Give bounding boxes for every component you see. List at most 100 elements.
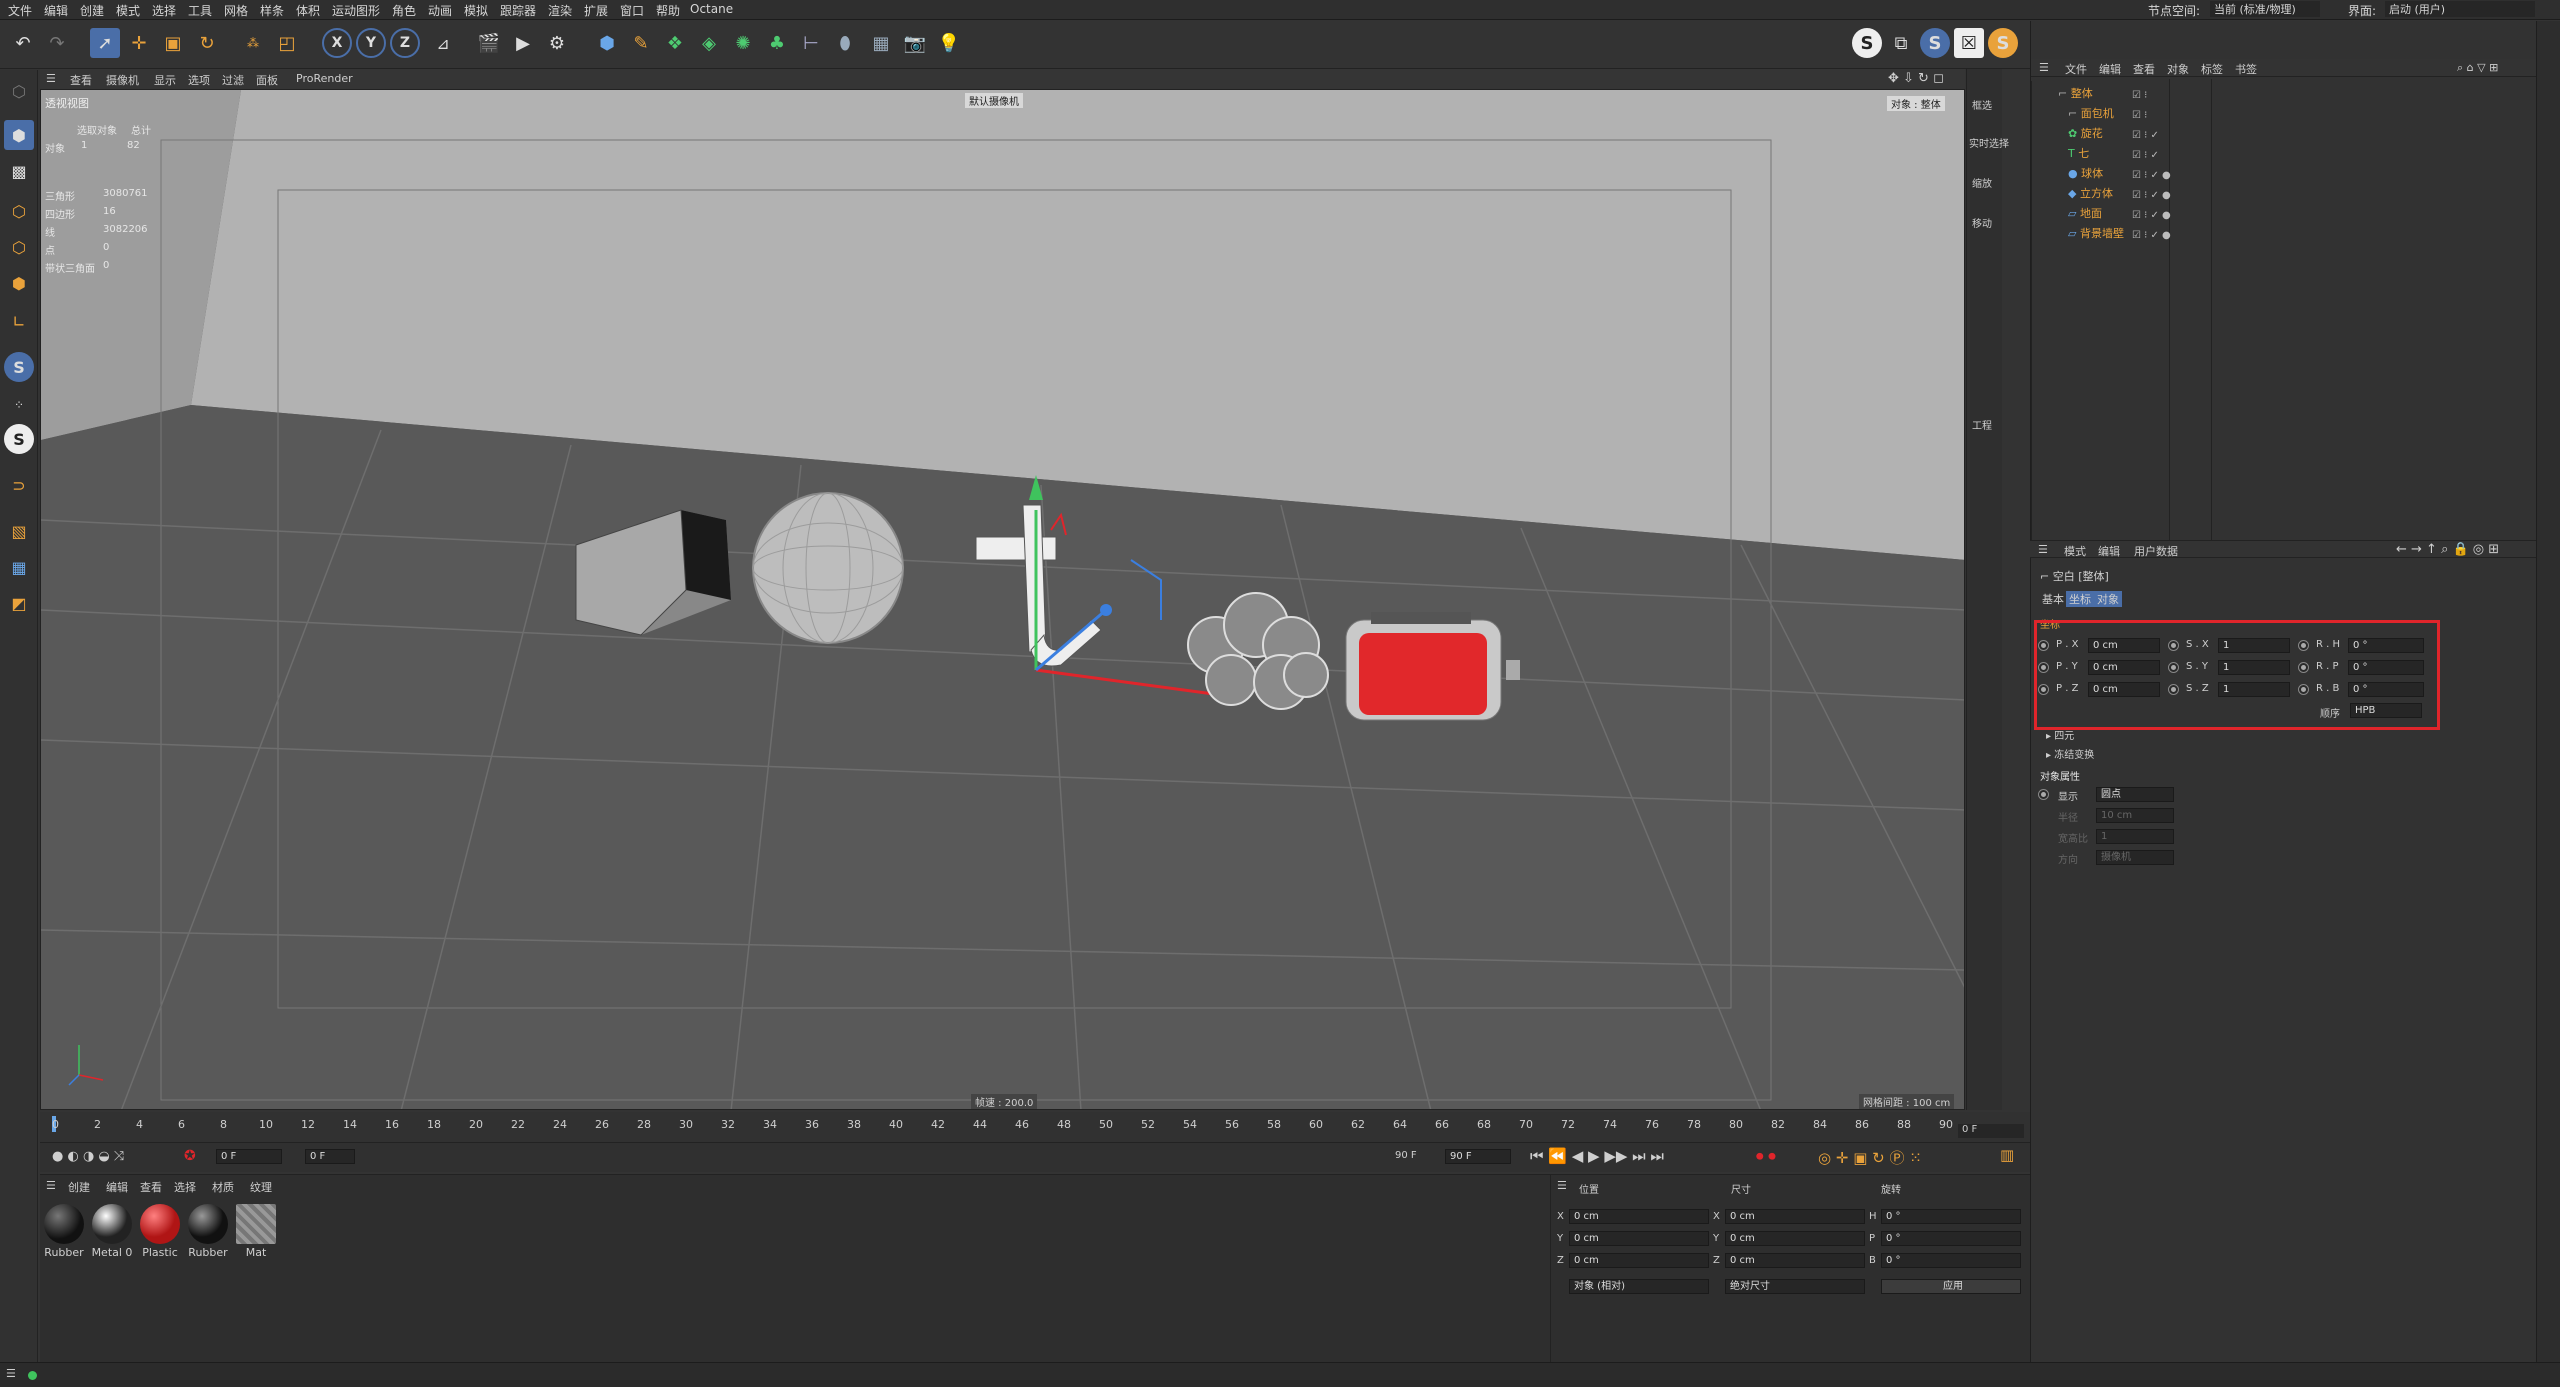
timeline-frame-field[interactable]: 0 F <box>1958 1124 2024 1138</box>
menu-select[interactable]: 选择 <box>152 2 176 19</box>
render-region-icon[interactable]: 🎬 <box>474 28 504 58</box>
vp-menu-prorender[interactable]: ProRender <box>296 72 353 85</box>
scale-tool-icon[interactable]: ▣ <box>158 28 188 58</box>
scale-z-field[interactable]: 1 <box>2218 682 2290 697</box>
object-row[interactable]: T 七 <box>2068 145 2089 163</box>
menu-mograph[interactable]: 运动图形 <box>332 2 380 19</box>
octane-s-icon[interactable]: S <box>1852 28 1882 58</box>
mat-menu-create[interactable]: 创建 <box>68 1179 90 1195</box>
light-icon[interactable]: 💡 <box>934 28 964 58</box>
rot-p-field[interactable]: 0 ° <box>2348 660 2424 675</box>
am-menu-icon[interactable]: ☰ <box>2038 543 2048 556</box>
om-menu-icon[interactable]: ☰ <box>2039 61 2049 74</box>
point-mode-icon[interactable]: ⬡ <box>4 196 34 226</box>
timeline-window-icon[interactable]: ▥ <box>2000 1146 2014 1164</box>
coord-system-icon[interactable]: ⊿ <box>428 28 458 58</box>
grid-icon[interactable]: ▦ <box>4 552 34 582</box>
freeze-section[interactable]: ▸ 冻结变换 <box>2046 746 2094 761</box>
field-icon[interactable]: ⬮ <box>830 28 860 58</box>
display-radio[interactable] <box>2038 789 2049 800</box>
orient-select[interactable]: 摄像机 <box>2096 850 2174 865</box>
om-menu-file[interactable]: 文件 <box>2065 61 2087 77</box>
x-axis-lock-icon[interactable]: X <box>322 28 352 58</box>
am-menu-mode[interactable]: 模式 <box>2064 543 2086 559</box>
octane-settings-icon[interactable]: S <box>1988 28 2018 58</box>
material-swatch[interactable]: Mat <box>234 1204 278 1266</box>
aspect-field[interactable]: 1 <box>2096 829 2174 844</box>
octane-node-icon[interactable]: ⧉ <box>1886 28 1916 58</box>
octane-tex-icon[interactable]: ☒ <box>1954 28 1984 58</box>
mat-menu-view[interactable]: 查看 <box>140 1179 162 1195</box>
viewport-nav-icons[interactable]: ✥ ⇩ ↻ ◻ <box>1888 71 1944 86</box>
pos-z-field[interactable]: 0 cm <box>2088 682 2160 697</box>
scale-x-field[interactable]: 1 <box>2218 638 2290 653</box>
om-menu-object[interactable]: 对象 <box>2167 61 2189 77</box>
quaternion-section[interactable]: ▸ 四元 <box>2046 727 2074 742</box>
rot-b-radio[interactable] <box>2298 684 2309 695</box>
coord-size-field[interactable]: 0 cm <box>1725 1209 1865 1224</box>
record-icon[interactable]: ✪ <box>184 1148 196 1164</box>
subdivision-icon[interactable]: ❖ <box>660 28 690 58</box>
menu-simulate[interactable]: 模拟 <box>464 2 488 19</box>
scale-y-radio[interactable] <box>2168 662 2179 673</box>
menu-edit[interactable]: 编辑 <box>44 2 68 19</box>
axis-mode-icon[interactable]: ∟ <box>4 306 34 336</box>
viewport-menu-icon[interactable]: ☰ <box>46 72 56 85</box>
object-row[interactable]: ✿ 旋花 <box>2068 125 2103 143</box>
camera-icon[interactable]: 📷 <box>900 28 930 58</box>
am-nav-icons[interactable]: ← → ↑ ⌕ 🔒 ◎ ⊞ <box>2396 542 2499 557</box>
model-mode-icon[interactable]: ⬢ <box>4 120 34 150</box>
menu-extensions[interactable]: 扩展 <box>584 2 608 19</box>
autokey-icons[interactable]: ⏺ ⏺ <box>1756 1147 1776 1165</box>
make-editable-icon[interactable]: ⬡ <box>4 76 34 106</box>
rotate-tool-icon[interactable]: ↻ <box>192 28 222 58</box>
menu-tracker[interactable]: 跟踪器 <box>500 2 536 19</box>
visibility-toggles[interactable]: ☑ ⁝ ☑ ⁝ ☑ ⁝ ✓ ☑ ⁝ ✓ ☑ ⁝ ✓ ● ☑ ⁝ ✓ ● ☑ ⁝ … <box>2132 86 2171 246</box>
coord-rot-field[interactable]: 0 ° <box>1881 1209 2021 1224</box>
mograph-icon[interactable]: ♣ <box>762 28 792 58</box>
scale-y-field[interactable]: 1 <box>2218 660 2290 675</box>
cube-icon[interactable]: ⬢ <box>592 28 622 58</box>
material-swatch[interactable]: Rubber <box>186 1204 230 1266</box>
menu-file[interactable]: 文件 <box>8 2 32 19</box>
menu-octane[interactable]: Octane <box>690 2 733 16</box>
pen-icon[interactable]: ✎ <box>626 28 656 58</box>
vp-menu-filter[interactable]: 过滤 <box>222 72 244 88</box>
vp-menu-camera[interactable]: 摄像机 <box>106 72 139 88</box>
apply-button[interactable]: 应用 <box>1881 1279 2021 1294</box>
quantize-icon[interactable]: S <box>4 424 34 454</box>
menu-character[interactable]: 角色 <box>392 2 416 19</box>
start-frame-field[interactable]: 0 F <box>305 1149 355 1164</box>
lock-workplane-icon[interactable]: ◩ <box>4 588 34 618</box>
coord-mode-select[interactable]: 对象 (相对) <box>1569 1279 1709 1294</box>
select-tool-icon[interactable]: ➚ <box>90 28 120 58</box>
object-row[interactable]: ● 球体 <box>2068 165 2103 183</box>
menu-volume[interactable]: 体积 <box>296 2 320 19</box>
coord-size-field[interactable]: 0 cm <box>1725 1253 1865 1268</box>
menu-help[interactable]: 帮助 <box>656 2 680 19</box>
mat-menu-material[interactable]: 材质 <box>212 1179 234 1195</box>
pos-x-radio[interactable] <box>2038 640 2049 651</box>
transport-controls[interactable]: ⏮ ⏪ ◀ ▶ ▶▶ ⏭ ⏭ <box>1530 1147 1664 1165</box>
render-view-icon[interactable]: ▶ <box>508 28 538 58</box>
vp-menu-panel[interactable]: 面板 <box>256 72 278 88</box>
render-settings-icon[interactable]: ⚙ <box>542 28 572 58</box>
workplane-icon[interactable]: ▧ <box>4 516 34 546</box>
menu-window[interactable]: 窗口 <box>620 2 644 19</box>
pos-y-field[interactable]: 0 cm <box>2088 660 2160 675</box>
scale-x-radio[interactable] <box>2168 640 2179 651</box>
size-mode-select[interactable]: 绝对尺寸 <box>1725 1279 1865 1294</box>
keyframe-tools-icons[interactable]: ● ◐ ◑ ◒ ⤨ <box>52 1149 124 1164</box>
am-menu-userdata[interactable]: 用户数据 <box>2134 543 2178 559</box>
deformer-icon[interactable]: ⊢ <box>796 28 826 58</box>
y-axis-lock-icon[interactable]: Y <box>356 28 386 58</box>
om-search-icon[interactable]: ⌕ ⌂ ▽ ⊞ <box>2457 61 2498 75</box>
texture-mode-icon[interactable]: ▩ <box>4 156 34 186</box>
tab-basic[interactable]: 基本 <box>2040 591 2066 607</box>
pos-z-radio[interactable] <box>2038 684 2049 695</box>
menu-mesh[interactable]: 网格 <box>224 2 248 19</box>
scale-z-radio[interactable] <box>2168 684 2179 695</box>
coord-menu-icon[interactable]: ☰ <box>1557 1179 1567 1192</box>
undo-icon[interactable]: ↶ <box>8 28 38 58</box>
status-menu-icon[interactable]: ☰ <box>6 1367 16 1380</box>
